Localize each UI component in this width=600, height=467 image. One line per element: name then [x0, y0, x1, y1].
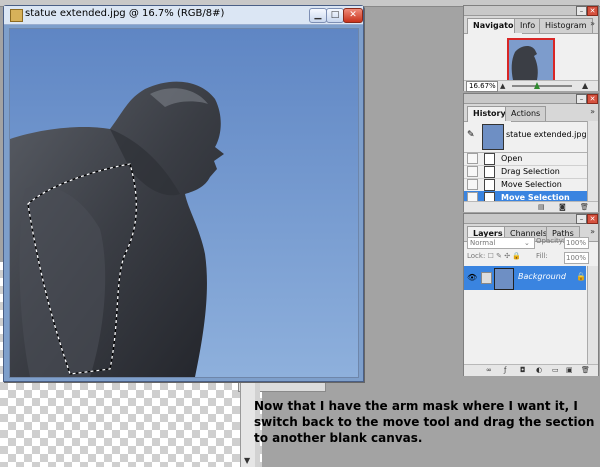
background-scrollbar[interactable]: ▼	[240, 380, 255, 467]
navigator-minimize-button[interactable]: –	[576, 6, 587, 16]
trash-icon[interactable]: 🗑	[581, 366, 590, 374]
panel-menu-icon[interactable]: »	[590, 107, 595, 116]
fill-label: Fill:	[536, 252, 548, 260]
tab-actions[interactable]: Actions	[505, 106, 547, 121]
opacity-field[interactable]: 100%	[564, 237, 589, 249]
lock-all-icon[interactable]: 🔒	[512, 252, 521, 260]
minimize-button[interactable]: ▁	[309, 8, 327, 23]
brush-source-icon[interactable]: ✎	[467, 130, 475, 140]
layer-thumbnail	[494, 268, 514, 290]
tab-info[interactable]: Info	[514, 18, 542, 33]
history-footer: ▤ ◙ 🗑	[464, 201, 598, 212]
document-state-icon	[484, 153, 495, 165]
history-checkbox[interactable]	[467, 153, 478, 164]
history-checkbox[interactable]	[467, 179, 478, 190]
statue-image	[10, 29, 358, 377]
zoom-slider[interactable]	[512, 85, 572, 87]
lock-brush-icon[interactable]: ✎	[496, 252, 502, 260]
document-state-icon	[484, 166, 495, 178]
history-minimize-button[interactable]: –	[576, 94, 587, 104]
statue-photo[interactable]	[9, 28, 359, 378]
maximize-button[interactable]: □	[326, 8, 344, 23]
lock-text: Lock:	[467, 252, 486, 260]
layers-title-bar[interactable]: – ✕	[464, 214, 598, 224]
panel-menu-icon[interactable]: »	[590, 19, 595, 28]
navigator-preview[interactable]	[464, 34, 598, 82]
trash-icon[interactable]: 🗑	[580, 203, 589, 211]
tutorial-caption: Now that I have the arm mask where I wan…	[254, 399, 595, 445]
lock-move-icon[interactable]: ✣	[504, 252, 510, 260]
layers-scrollbar[interactable]	[587, 266, 598, 364]
zoom-in-icon[interactable]: ▲	[582, 81, 588, 90]
chevron-down-icon: ⌄	[524, 239, 530, 247]
layer-lock-icon: 🔒	[576, 272, 586, 281]
new-group-icon[interactable]: ▭	[552, 366, 559, 374]
history-snapshot[interactable]: ✎ statue extended.jpg	[464, 121, 598, 153]
layers-close-button[interactable]: ✕	[587, 214, 598, 224]
lock-label: Lock: ☐ ✎ ✣ 🔒	[467, 252, 521, 260]
new-snapshot-icon[interactable]: ◙	[559, 203, 566, 211]
adjustment-layer-icon[interactable]: ◐	[536, 366, 542, 374]
history-title-bar[interactable]: – ✕	[464, 94, 598, 104]
panel-menu-icon[interactable]: »	[590, 227, 595, 236]
layers-footer: ∞ ƒ ◘ ◐ ▭ ▣ 🗑	[464, 364, 598, 376]
document-window[interactable]: statue extended.jpg @ 16.7% (RGB/8#) ▁ □…	[3, 5, 364, 382]
navigator-close-button[interactable]: ✕	[587, 6, 598, 16]
navigator-tabs: Navigator Info Histogram »	[464, 16, 598, 34]
layer-brush-icon[interactable]	[481, 272, 492, 284]
lock-transparency-icon[interactable]: ☐	[488, 252, 494, 260]
layer-row-background[interactable]: 👁 Background 🔒	[464, 266, 586, 290]
document-state-icon	[484, 179, 495, 191]
navigator-view-box[interactable]	[507, 38, 555, 82]
close-button[interactable]: ✕	[343, 8, 363, 23]
zoom-out-icon[interactable]: ▲	[500, 82, 505, 90]
history-state[interactable]: Drag Selection	[464, 165, 598, 179]
fill-field[interactable]: 100%	[564, 252, 589, 264]
scroll-down-arrow-icon[interactable]: ▼	[244, 456, 250, 465]
blend-mode-value: Normal	[470, 239, 496, 247]
history-state[interactable]: Move Selection	[464, 178, 598, 192]
history-close-button[interactable]: ✕	[587, 94, 598, 104]
history-checkbox[interactable]	[467, 166, 478, 177]
layer-name[interactable]: Background	[518, 272, 566, 281]
document-icon	[10, 9, 23, 22]
zoom-field[interactable]: 16.67%	[466, 81, 498, 92]
layer-style-icon[interactable]: ƒ	[504, 366, 506, 374]
layer-mask-icon[interactable]: ◘	[520, 366, 526, 374]
snapshot-label: statue extended.jpg	[506, 130, 587, 139]
tab-histogram[interactable]: Histogram	[539, 18, 593, 33]
new-layer-icon[interactable]: ▣	[566, 366, 573, 374]
layers-panel: – ✕ Layers Channels Paths » Normal ⌄ Opa…	[463, 213, 599, 376]
document-title-bar[interactable]: statue extended.jpg @ 16.7% (RGB/8#) ▁ □…	[4, 6, 363, 25]
blend-mode-select[interactable]: Normal ⌄	[467, 237, 535, 249]
navigator-panel: – ✕ Navigator Info Histogram » 16.67% ▲ …	[463, 5, 599, 92]
navigator-title-bar[interactable]: – ✕	[464, 6, 598, 16]
eye-icon[interactable]: 👁	[467, 273, 477, 282]
history-scrollbar[interactable]	[587, 121, 598, 201]
history-state[interactable]: Open	[464, 152, 598, 166]
opacity-label: Opacity:	[536, 237, 565, 245]
history-tabs: History Actions »	[464, 104, 598, 122]
new-document-icon[interactable]: ▤	[538, 203, 545, 211]
history-panel: – ✕ History Actions » ✎ statue extended.…	[463, 93, 599, 212]
link-layers-icon[interactable]: ∞	[486, 366, 492, 374]
snapshot-thumbnail	[482, 124, 504, 150]
layers-minimize-button[interactable]: –	[576, 214, 587, 224]
document-title: statue extended.jpg @ 16.7% (RGB/8#)	[25, 8, 225, 19]
navigator-footer: 16.67% ▲ ▲	[464, 80, 598, 92]
navigator-thumbnail	[509, 40, 553, 80]
